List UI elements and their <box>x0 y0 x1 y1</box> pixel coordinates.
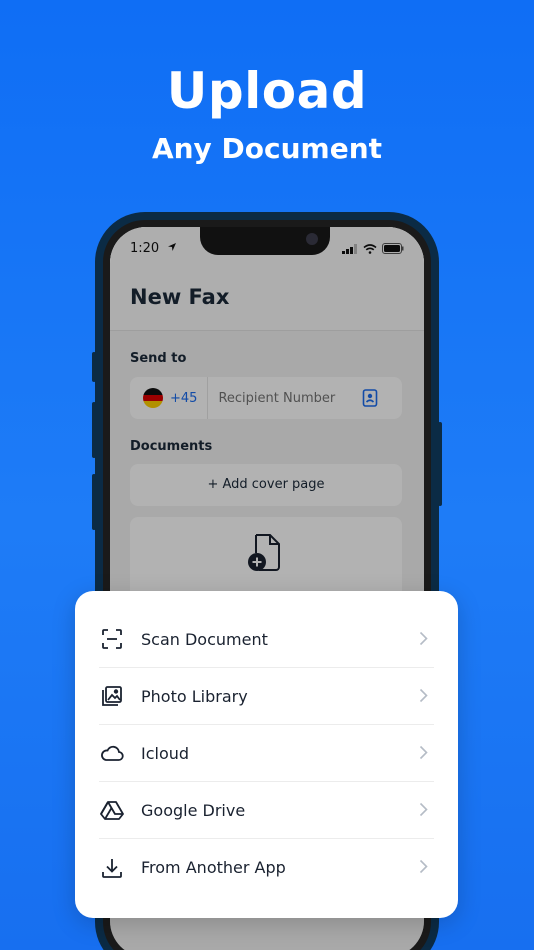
volume-down-button <box>92 474 96 530</box>
power-button <box>438 422 442 506</box>
chevron-right-icon <box>419 631 428 646</box>
google-drive-label: Google Drive <box>141 800 246 820</box>
scan-document-option[interactable]: Scan Document <box>99 611 434 668</box>
from-another-app-option[interactable]: From Another App <box>99 839 434 896</box>
volume-up-button <box>92 402 96 458</box>
google-drive-icon <box>99 797 125 823</box>
scan-document-label: Scan Document <box>141 629 268 649</box>
upload-source-sheet: Scan Document Photo Library Icloud Googl… <box>75 591 458 918</box>
mute-switch <box>92 352 96 382</box>
phone-notch <box>200 227 330 255</box>
chevron-right-icon <box>419 745 428 760</box>
icloud-label: Icloud <box>141 743 190 763</box>
photo-library-icon <box>99 683 125 709</box>
hero-title: Upload <box>166 62 368 120</box>
photo-library-option[interactable]: Photo Library <box>99 668 434 725</box>
chevron-right-icon <box>419 688 428 703</box>
chevron-right-icon <box>419 859 428 874</box>
icloud-option[interactable]: Icloud <box>99 725 434 782</box>
front-camera <box>306 233 318 245</box>
scan-icon <box>99 626 125 652</box>
hero-subtitle: Any Document <box>151 132 383 165</box>
photo-library-label: Photo Library <box>141 686 248 706</box>
download-icon <box>99 855 125 881</box>
google-drive-option[interactable]: Google Drive <box>99 782 434 839</box>
chevron-right-icon <box>419 802 428 817</box>
cloud-icon <box>99 740 125 766</box>
from-another-app-label: From Another App <box>141 858 286 877</box>
